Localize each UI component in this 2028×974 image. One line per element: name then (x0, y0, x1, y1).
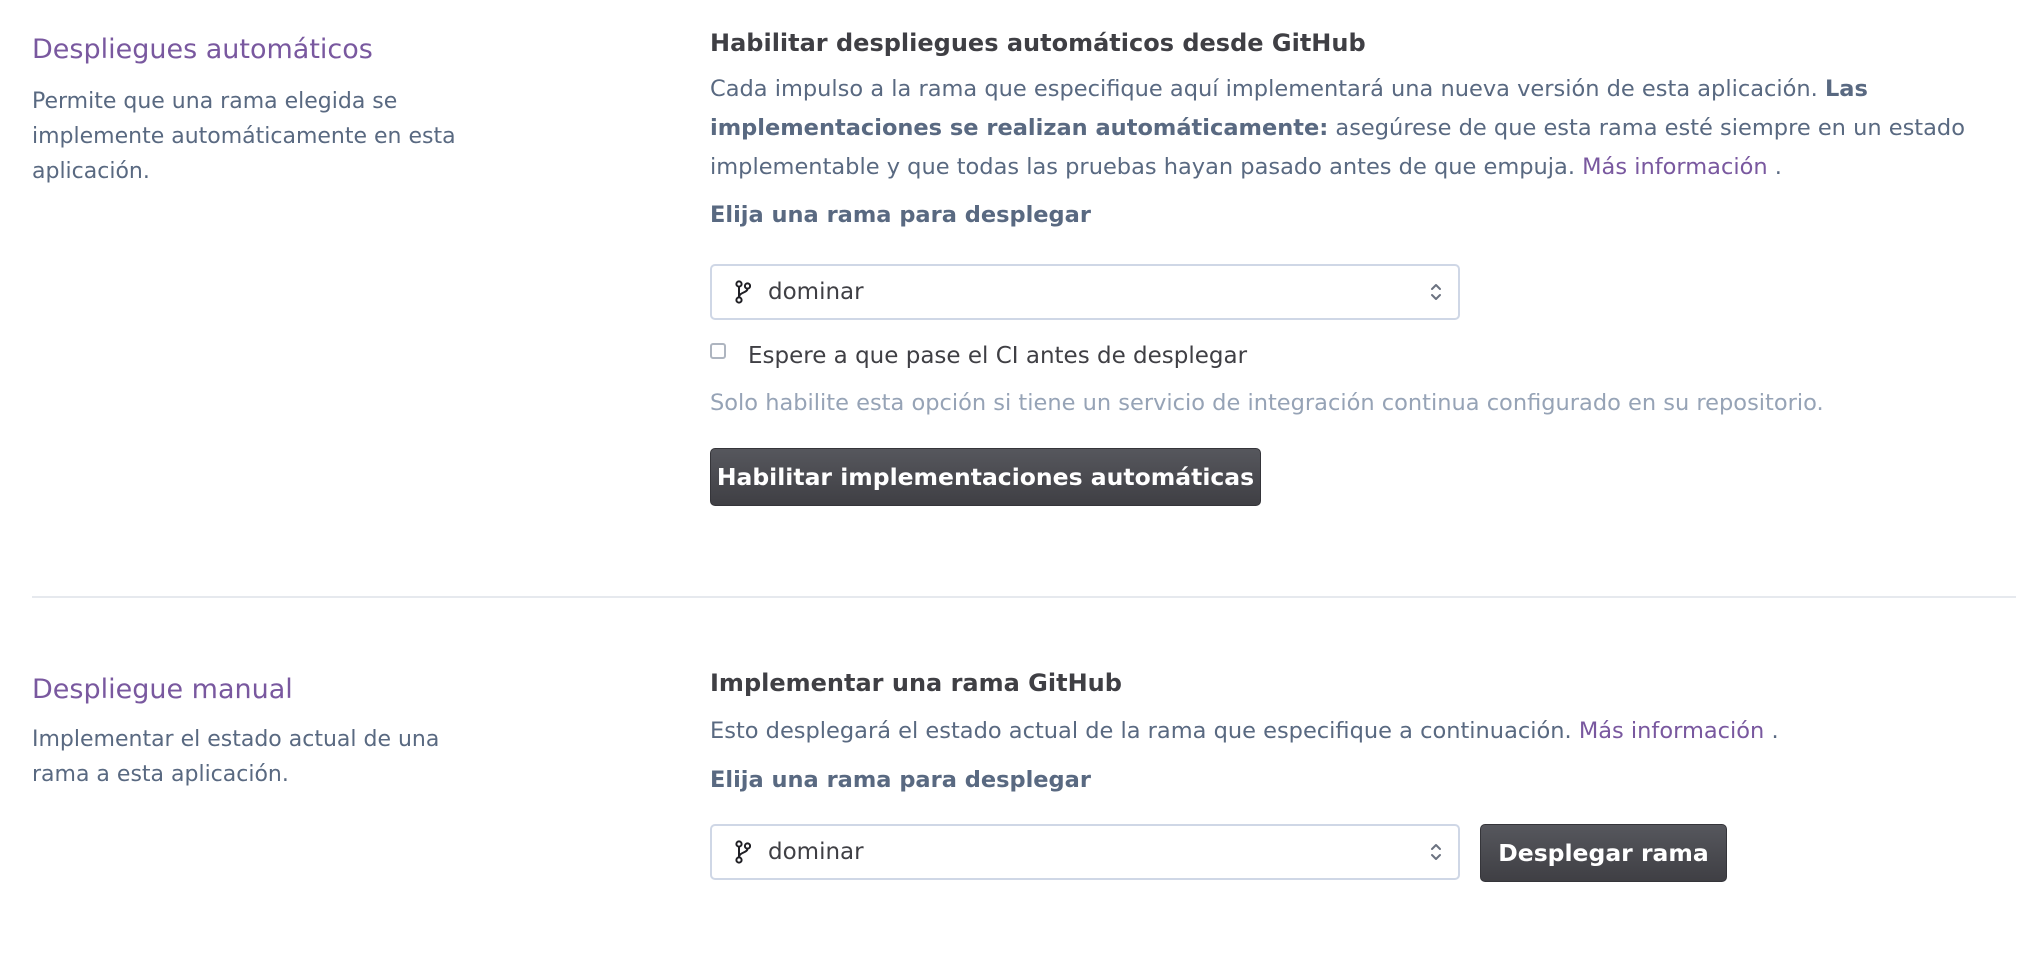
manual-deploy-branch-select[interactable]: dominar (710, 824, 1460, 880)
explanation-period: . (1767, 154, 1782, 180)
manual-deploy-sidebar: Despliegue manual Implementar el estado … (32, 672, 472, 792)
chevron-up-down-icon (1428, 839, 1444, 865)
automatic-deploys-sidebar: Despliegues automáticos Permite que una … (32, 32, 472, 189)
automatic-deploys-explanation: Cada impulso a la rama que especifique a… (710, 70, 2000, 187)
manual-deploy-description: Implementar el estado actual de una rama… (32, 727, 440, 787)
manual-branch-select-value: dominar (768, 839, 864, 865)
deploy-settings-page: Despliegues automáticos Permite que una … (0, 0, 2028, 974)
deploy-branch-button[interactable]: Desplegar rama (1480, 824, 1727, 882)
wait-for-ci-row: Espere a que pase el CI antes de despleg… (710, 343, 1247, 369)
git-branch-icon (732, 839, 754, 865)
automatic-deploys-content: Habilitar despliegues automáticos desde … (710, 26, 2000, 232)
automatic-deploys-subtitle: Habilitar despliegues automáticos desde … (710, 29, 1366, 57)
automatic-deploys-section: Despliegues automáticos Permite que una … (0, 0, 2028, 595)
manual-deploy-explanation: Esto desplegará el estado actual de la r… (710, 712, 2000, 751)
learn-more-link[interactable]: Más información (1582, 154, 1767, 180)
branch-select-label: Elija una rama para desplegar (710, 202, 1091, 228)
explanation-intro: Cada impulso a la rama que especifique a… (710, 76, 1825, 102)
manual-explanation-text: Esto desplegará el estado actual de la r… (710, 718, 1579, 744)
auto-deploy-branch-select[interactable]: dominar (710, 264, 1460, 320)
manual-deploy-subtitle: Implementar una rama GitHub (710, 669, 1122, 697)
wait-for-ci-checkbox[interactable] (710, 343, 726, 359)
manual-deploy-section: Despliegue manual Implementar el estado … (0, 600, 2028, 974)
git-branch-icon (732, 279, 754, 305)
section-divider (32, 596, 2016, 598)
manual-branch-select-label: Elija una rama para desplegar (710, 767, 1091, 793)
manual-deploy-title: Despliegue manual (32, 674, 293, 705)
branch-select-value: dominar (768, 279, 864, 305)
manual-deploy-content: Implementar una rama GitHub Esto despleg… (710, 666, 2000, 797)
enable-automatic-deploys-button[interactable]: Habilitar implementaciones automáticas (710, 448, 1261, 506)
chevron-up-down-icon (1428, 279, 1444, 305)
automatic-deploys-title: Despliegues automáticos (32, 34, 373, 65)
wait-for-ci-label[interactable]: Espere a que pase el CI antes de despleg… (748, 343, 1247, 369)
automatic-deploys-description: Permite que una rama elegida se implemen… (32, 89, 456, 184)
manual-learn-more-link[interactable]: Más información (1579, 718, 1764, 744)
manual-explanation-period: . (1764, 718, 1779, 744)
ci-hint-text: Solo habilite esta opción si tiene un se… (710, 390, 1824, 416)
